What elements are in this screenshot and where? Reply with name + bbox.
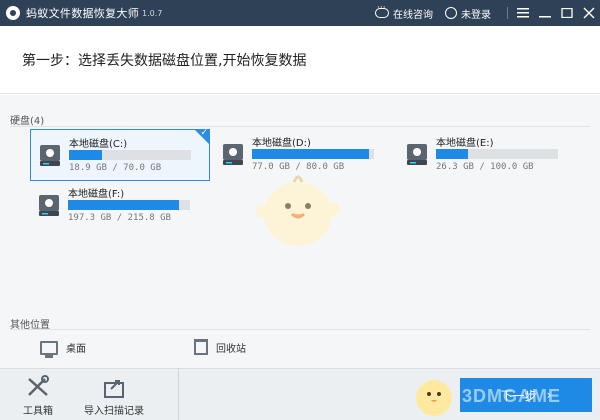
disks-section-label: 硬盘(4) bbox=[10, 116, 45, 127]
drive-e[interactable]: 本地磁盘(E:) 26.3 GB / 100.0 GB bbox=[398, 129, 578, 181]
watermark: 3DMGAME bbox=[462, 386, 562, 406]
check-icon: ✓ bbox=[200, 128, 208, 138]
hard-drive-icon bbox=[39, 195, 59, 216]
desktop-label: 桌面 bbox=[66, 344, 86, 355]
drive-usage-bar bbox=[68, 200, 190, 210]
monitor-icon bbox=[40, 340, 58, 358]
online-consult-label: 在线咨询 bbox=[393, 9, 433, 21]
user-icon bbox=[445, 7, 457, 19]
hamburger-icon bbox=[517, 8, 529, 18]
drive-usage-bar bbox=[436, 149, 558, 159]
bottom-divider bbox=[178, 369, 179, 420]
close-button[interactable] bbox=[578, 0, 600, 26]
toolbox-button[interactable]: 工具箱 bbox=[8, 373, 68, 419]
import-scan-button[interactable]: 导入扫描记录 bbox=[84, 373, 144, 419]
drive-usage-fill bbox=[69, 150, 102, 160]
drive-name: 本地磁盘(C:) bbox=[69, 139, 128, 150]
menu-button[interactable] bbox=[512, 0, 534, 26]
titlebar-divider bbox=[507, 7, 508, 19]
app-title: 蚂蚁文件数据恢复大师 bbox=[26, 7, 139, 20]
step-title: 第一步：选择丢失数据磁盘位置,开始恢复数据 bbox=[22, 53, 307, 69]
other-locations-divider bbox=[10, 329, 590, 330]
tools-icon bbox=[28, 375, 49, 396]
drive-size: 18.9 GB / 70.0 GB bbox=[69, 163, 162, 173]
close-icon bbox=[583, 7, 595, 19]
online-consult-link[interactable]: 在线咨询 bbox=[375, 3, 433, 21]
mascot-small-illustration bbox=[416, 380, 452, 416]
toolbox-label: 工具箱 bbox=[23, 406, 53, 417]
drive-usage-fill bbox=[252, 149, 370, 159]
mascot-illustration bbox=[255, 175, 340, 246]
drive-size: 26.3 GB / 100.0 GB bbox=[436, 162, 534, 172]
import-icon bbox=[104, 380, 124, 398]
recycle-bin-label: 回收站 bbox=[216, 343, 246, 355]
login-link[interactable]: 未登录 bbox=[445, 6, 491, 21]
hard-drive-icon bbox=[223, 144, 243, 165]
title-bar: 蚂蚁文件数据恢复大师 1.0.7 在线咨询 未登录 bbox=[0, 0, 600, 26]
hard-drive-icon bbox=[40, 145, 60, 166]
maximize-button[interactable] bbox=[556, 0, 578, 26]
app-version: 1.0.7 bbox=[142, 8, 163, 18]
minimize-icon bbox=[539, 16, 551, 18]
hard-drive-icon bbox=[407, 144, 427, 165]
drive-c[interactable]: 本地磁盘(C:) 18.9 GB / 70.0 GB ✓ bbox=[30, 128, 210, 181]
minimize-button[interactable] bbox=[534, 0, 556, 26]
disks-divider bbox=[10, 126, 590, 127]
drive-name: 本地磁盘(F:) bbox=[68, 189, 125, 200]
import-scan-label: 导入扫描记录 bbox=[84, 406, 144, 417]
recycle-bin-location[interactable]: 回收站 bbox=[194, 339, 246, 355]
drive-name: 本地磁盘(E:) bbox=[436, 138, 494, 149]
drive-size: 197.3 GB / 215.8 GB bbox=[68, 213, 171, 223]
drive-f[interactable]: 本地磁盘(F:) 197.3 GB / 215.8 GB bbox=[30, 180, 210, 232]
app-logo-icon bbox=[6, 6, 20, 20]
maximize-icon bbox=[561, 8, 573, 18]
drive-usage-bar bbox=[69, 150, 191, 160]
login-label: 未登录 bbox=[461, 9, 491, 21]
step-header: 第一步：选择丢失数据磁盘位置,开始恢复数据 bbox=[0, 26, 600, 94]
trash-icon bbox=[194, 339, 208, 355]
drive-name: 本地磁盘(D:) bbox=[252, 138, 311, 149]
drive-usage-fill bbox=[68, 200, 180, 210]
chat-icon bbox=[375, 3, 389, 18]
drive-usage-fill bbox=[436, 149, 468, 159]
drive-usage-bar bbox=[252, 149, 374, 159]
desktop-location[interactable]: 桌面 bbox=[40, 340, 86, 358]
